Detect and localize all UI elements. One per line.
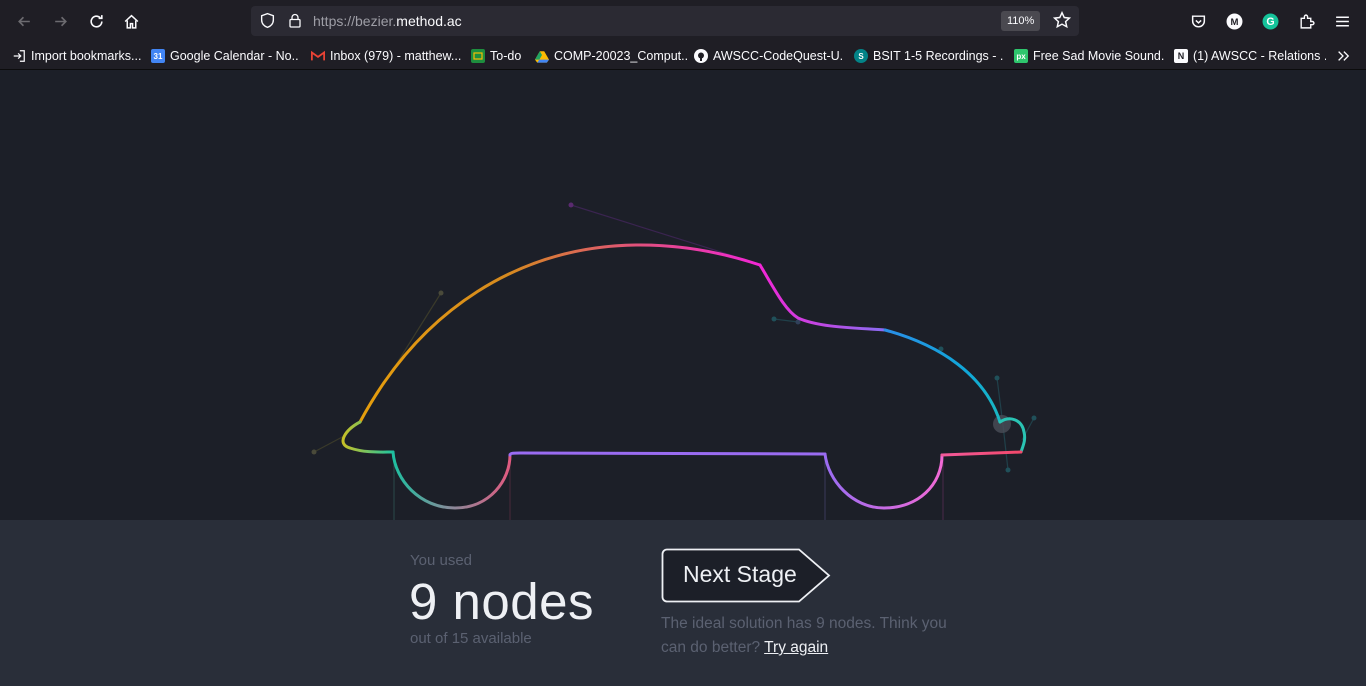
bookmark-import[interactable]: Import bookmarks... bbox=[12, 46, 142, 66]
bezier-canvas[interactable] bbox=[0, 70, 1366, 520]
tracking-shield-icon[interactable] bbox=[259, 12, 276, 34]
classroom-icon bbox=[471, 49, 485, 63]
browser-toolbar: https://bezier.method.ac 110% M G bbox=[0, 0, 1366, 42]
import-icon bbox=[12, 49, 26, 63]
bookmark-star-icon[interactable] bbox=[1052, 10, 1072, 34]
reload-button[interactable] bbox=[82, 7, 110, 35]
nodes-used-count: 9 nodes bbox=[409, 573, 594, 630]
car-outline-path[interactable] bbox=[341, 243, 1027, 510]
double-chevron-icon bbox=[1338, 51, 1350, 61]
bookmark-github-codequest[interactable]: AWSCC-CodeQuest-U... bbox=[694, 46, 844, 66]
bookmark-gmail-inbox[interactable]: Inbox (979) - matthew... bbox=[311, 46, 463, 66]
gmail-icon bbox=[311, 49, 325, 63]
svg-text:G: G bbox=[1266, 16, 1274, 28]
home-icon bbox=[124, 14, 138, 29]
bookmark-google-calendar[interactable]: 31 Google Calendar - No... bbox=[151, 46, 299, 66]
available-nodes-label: out of 15 available bbox=[410, 630, 532, 647]
puzzle-icon bbox=[1299, 14, 1315, 29]
next-stage-button[interactable]: Next Stage bbox=[661, 548, 833, 604]
grammarly-button[interactable]: G bbox=[1256, 7, 1284, 35]
address-bar[interactable]: https://bezier.method.ac 110% bbox=[251, 6, 1079, 36]
bookmarks-toolbar: Import bookmarks... 31 Google Calendar -… bbox=[0, 42, 1366, 70]
pocket-button[interactable] bbox=[1184, 7, 1212, 35]
reload-icon bbox=[89, 14, 103, 28]
next-stage-label: Next Stage bbox=[683, 561, 797, 587]
sharepoint-icon: S bbox=[854, 49, 868, 63]
grammarly-icon: G bbox=[1262, 13, 1278, 29]
bookmark-google-drive[interactable]: COMP-20023_Comput... bbox=[535, 46, 687, 66]
github-icon bbox=[694, 49, 708, 63]
svg-text:M: M bbox=[1230, 17, 1238, 28]
url-text[interactable]: https://bezier.method.ac bbox=[313, 13, 462, 29]
bookmarks-overflow-button[interactable] bbox=[1336, 46, 1356, 66]
back-arrow-icon bbox=[17, 16, 30, 26]
results-panel: You used 9 nodes out of 15 available Nex… bbox=[0, 520, 1366, 686]
forward-button[interactable] bbox=[46, 7, 74, 35]
notion-icon: N bbox=[1174, 49, 1188, 63]
used-label: You used bbox=[410, 552, 473, 569]
account-button[interactable]: M bbox=[1220, 7, 1248, 35]
home-button[interactable] bbox=[117, 7, 145, 35]
bookmark-notion-awscc[interactable]: N (1) AWSCC - Relations ... bbox=[1174, 46, 1326, 66]
car-drawing bbox=[311, 202, 1037, 521]
pixabay-icon: px bbox=[1014, 49, 1028, 63]
account-m-icon: M bbox=[1226, 13, 1242, 29]
back-button[interactable] bbox=[10, 7, 38, 35]
pocket-icon bbox=[1191, 14, 1205, 28]
drive-icon bbox=[535, 49, 549, 63]
bookmark-sharepoint-recordings[interactable]: S BSIT 1-5 Recordings - ... bbox=[854, 46, 1004, 66]
extensions-button[interactable] bbox=[1292, 7, 1320, 35]
control-handles[interactable] bbox=[311, 202, 1037, 521]
zoom-level-badge[interactable]: 110% bbox=[1001, 11, 1041, 31]
forward-arrow-icon bbox=[54, 16, 67, 26]
calendar-icon: 31 bbox=[151, 49, 165, 63]
bookmark-pixabay-sound[interactable]: px Free Sad Movie Sound... bbox=[1014, 46, 1164, 66]
hamburger-menu-icon bbox=[1335, 15, 1349, 27]
bookmark-todo[interactable]: To-do bbox=[471, 46, 527, 66]
menu-button[interactable] bbox=[1328, 7, 1356, 35]
lock-icon[interactable] bbox=[287, 12, 303, 34]
try-again-link[interactable]: Try again bbox=[764, 639, 828, 656]
ideal-solution-text: The ideal solution has 9 nodes. Think yo… bbox=[661, 615, 947, 656]
